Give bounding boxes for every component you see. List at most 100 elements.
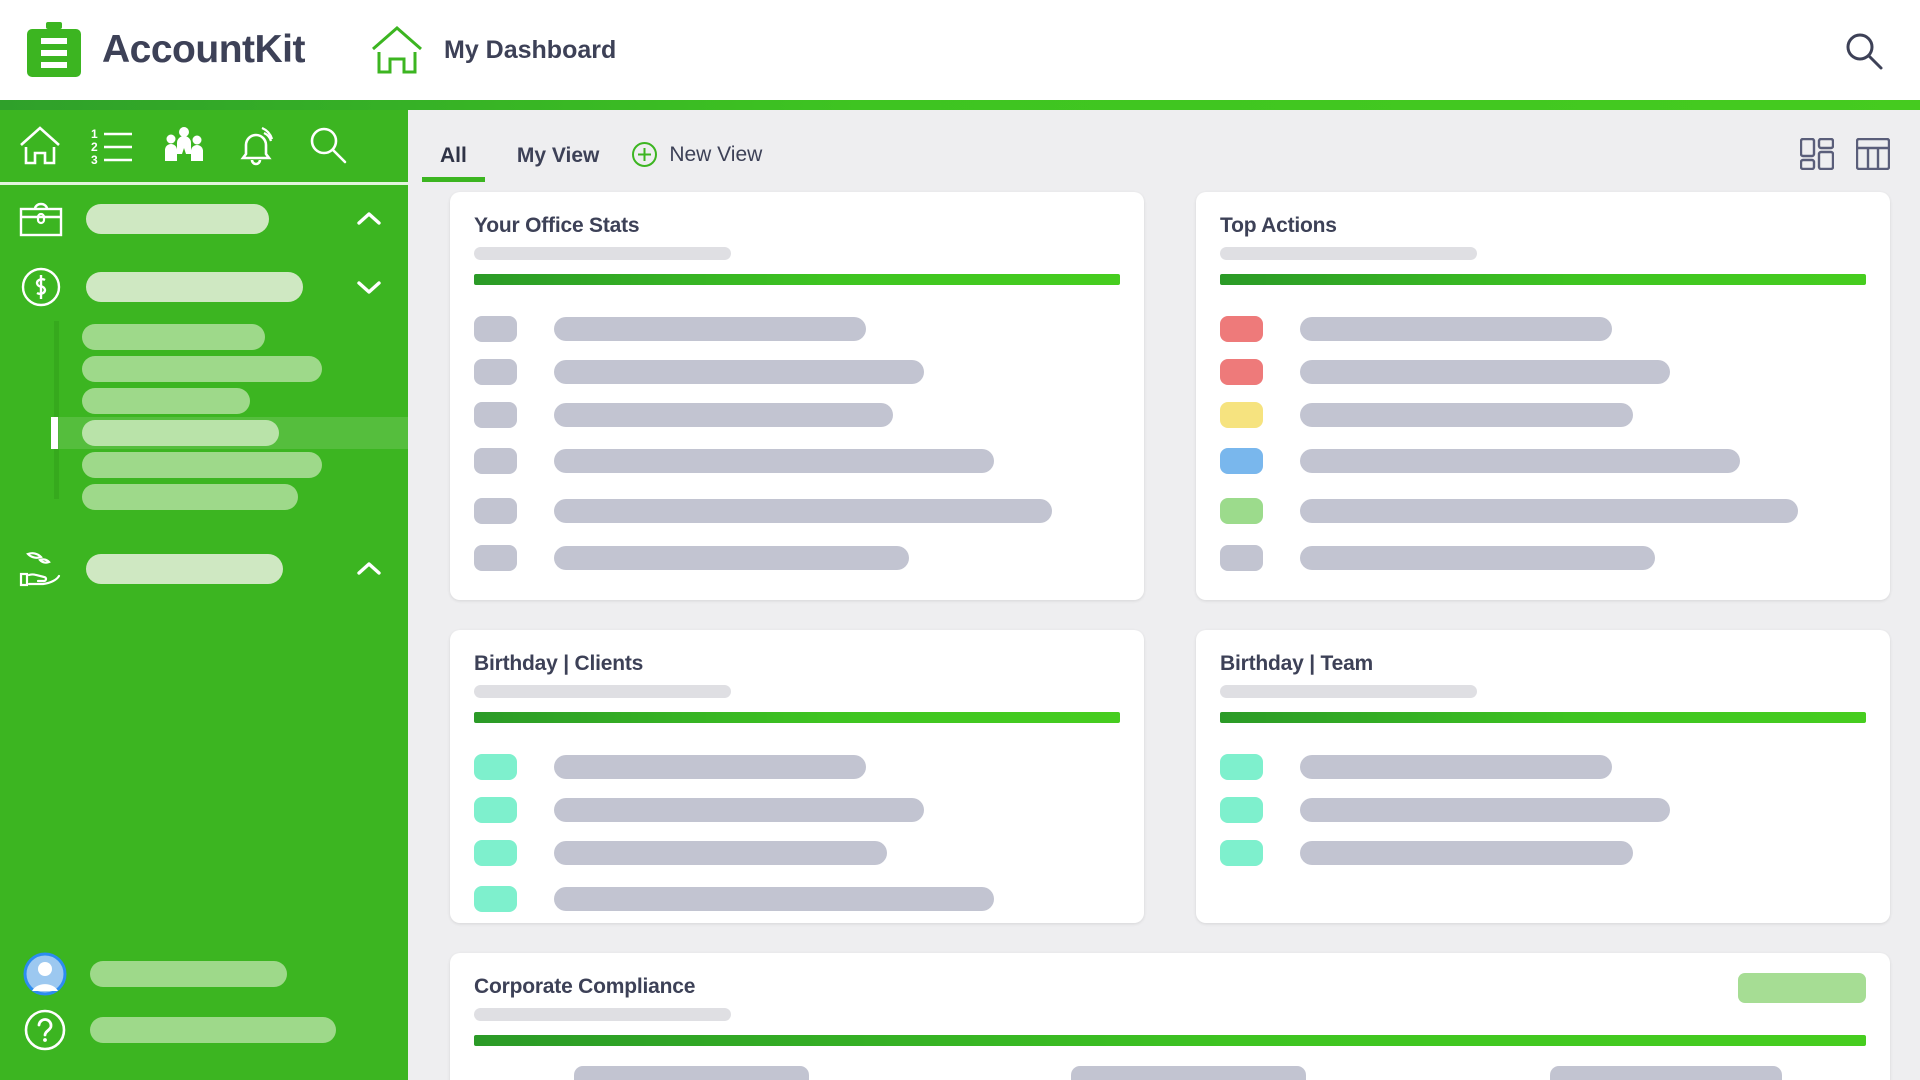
row-line-placeholder — [554, 449, 994, 473]
list-item[interactable] — [1220, 831, 1866, 874]
list-item[interactable] — [1220, 536, 1866, 579]
sidebar-subitem-5[interactable] — [54, 449, 408, 481]
sidebar-subitem-3[interactable] — [54, 385, 408, 417]
row-line-placeholder — [554, 402, 893, 427]
row-line-placeholder — [1300, 840, 1633, 865]
list-item[interactable] — [1220, 350, 1866, 393]
card-accent-bar — [474, 1035, 1866, 1046]
card-corporate-compliance: Corporate Compliance — [450, 953, 1890, 1080]
main-content: All My View New View Your Office Stats T… — [408, 110, 1920, 1080]
sidebar-label-placeholder — [86, 554, 283, 584]
chevron-up-icon[interactable] — [356, 561, 382, 577]
search-icon[interactable] — [306, 124, 350, 168]
list-item[interactable] — [474, 486, 1120, 536]
list-item[interactable] — [474, 745, 1120, 788]
list-item[interactable] — [474, 393, 1120, 436]
row-line-placeholder — [554, 840, 887, 865]
row-badge-green — [1220, 498, 1263, 524]
new-view-button[interactable]: New View — [617, 141, 772, 182]
row-line-placeholder — [1300, 797, 1670, 822]
sidebar-item-briefcase[interactable] — [0, 185, 408, 253]
row-line-placeholder — [1300, 754, 1612, 779]
subitem-label-placeholder — [82, 324, 265, 350]
row-badge — [474, 544, 517, 571]
row-line-placeholder — [1300, 545, 1655, 570]
list-item[interactable] — [474, 536, 1120, 579]
home-icon[interactable] — [18, 124, 62, 168]
row-badge — [474, 315, 517, 342]
sidebar-item-user-profile[interactable] — [0, 946, 408, 1002]
sidebar-subitem-1[interactable] — [54, 321, 408, 353]
sidebar-label-placeholder — [86, 272, 303, 302]
compliance-column-headers — [474, 1066, 1866, 1080]
list-item[interactable] — [474, 874, 1120, 924]
row-badge — [474, 358, 517, 385]
card-title: Your Office Stats — [474, 214, 640, 237]
row-badge-teal — [1220, 839, 1263, 866]
card-rows — [1220, 745, 1866, 874]
card-title: Corporate Compliance — [474, 975, 696, 998]
row-line-placeholder — [554, 754, 866, 779]
row-badge-teal — [474, 796, 517, 823]
subitem-label-placeholder — [82, 420, 279, 446]
list-item[interactable] — [1220, 745, 1866, 788]
row-badge — [474, 498, 517, 524]
list-item[interactable] — [1220, 393, 1866, 436]
sidebar-subitem-4-active[interactable] — [51, 417, 408, 449]
brand-logo[interactable]: AccountKit — [26, 20, 306, 80]
list-item[interactable] — [1220, 788, 1866, 831]
list-item[interactable] — [1220, 486, 1866, 536]
sidebar-subitem-6[interactable] — [54, 481, 408, 513]
row-line-placeholder — [1300, 499, 1798, 523]
row-badge-red — [1220, 315, 1263, 342]
people-group-icon[interactable] — [162, 124, 206, 168]
sidebar-quick-icons: 1 2 3 — [0, 110, 408, 182]
view-tab-bar: All My View New View — [408, 110, 1920, 182]
list-item[interactable] — [1220, 436, 1866, 486]
sidebar-subitem-2[interactable] — [54, 353, 408, 385]
numbered-list-icon[interactable]: 1 2 3 — [90, 124, 134, 168]
chevron-down-icon[interactable] — [356, 279, 382, 295]
row-line-placeholder — [554, 545, 909, 570]
briefcase-logo-icon — [27, 22, 81, 77]
row-badge-teal — [474, 886, 517, 912]
search-icon[interactable] — [1842, 30, 1886, 74]
list-item[interactable] — [1220, 307, 1866, 350]
card-subtitle-placeholder — [474, 1008, 731, 1021]
card-title: Birthday | Team — [1220, 652, 1374, 675]
card-accent-bar — [1220, 274, 1866, 285]
sidebar-item-growth[interactable] — [0, 535, 408, 603]
dashboard-link[interactable]: My Dashboard — [370, 25, 616, 75]
list-item[interactable] — [474, 350, 1120, 393]
briefcase-icon — [19, 202, 63, 237]
card-your-office-stats: Your Office Stats — [450, 192, 1144, 600]
list-item[interactable] — [474, 436, 1120, 486]
row-line-placeholder — [554, 359, 924, 384]
row-line-placeholder — [554, 887, 994, 911]
help-question-icon — [24, 1009, 66, 1051]
card-subtitle-placeholder — [1220, 685, 1477, 698]
compliance-action-button[interactable] — [1738, 973, 1866, 1003]
sidebar-item-help[interactable] — [0, 1002, 408, 1058]
new-view-label: New View — [669, 142, 763, 166]
subitem-label-placeholder — [82, 356, 322, 382]
tab-all[interactable]: All — [422, 144, 485, 182]
card-subtitle-placeholder — [474, 247, 731, 260]
list-item[interactable] — [474, 831, 1120, 874]
list-item[interactable] — [474, 788, 1120, 831]
sidebar-item-finance[interactable] — [0, 253, 408, 321]
sidebar-group-growth — [0, 535, 408, 603]
user-avatar-icon — [23, 952, 67, 996]
top-bar: AccountKit My Dashboard — [0, 0, 1920, 100]
chevron-up-icon[interactable] — [356, 211, 382, 227]
notification-bell-icon[interactable] — [234, 124, 278, 168]
card-birthday-team: Birthday | Team — [1196, 630, 1890, 923]
tab-my-view[interactable]: My View — [499, 144, 617, 182]
row-line-placeholder — [1300, 316, 1612, 341]
row-badge — [474, 401, 517, 428]
grid-layout-icon[interactable] — [1800, 138, 1834, 170]
card-rows — [474, 307, 1120, 579]
list-item[interactable] — [474, 307, 1120, 350]
table-layout-icon[interactable] — [1856, 138, 1890, 170]
column-header — [574, 1066, 809, 1080]
